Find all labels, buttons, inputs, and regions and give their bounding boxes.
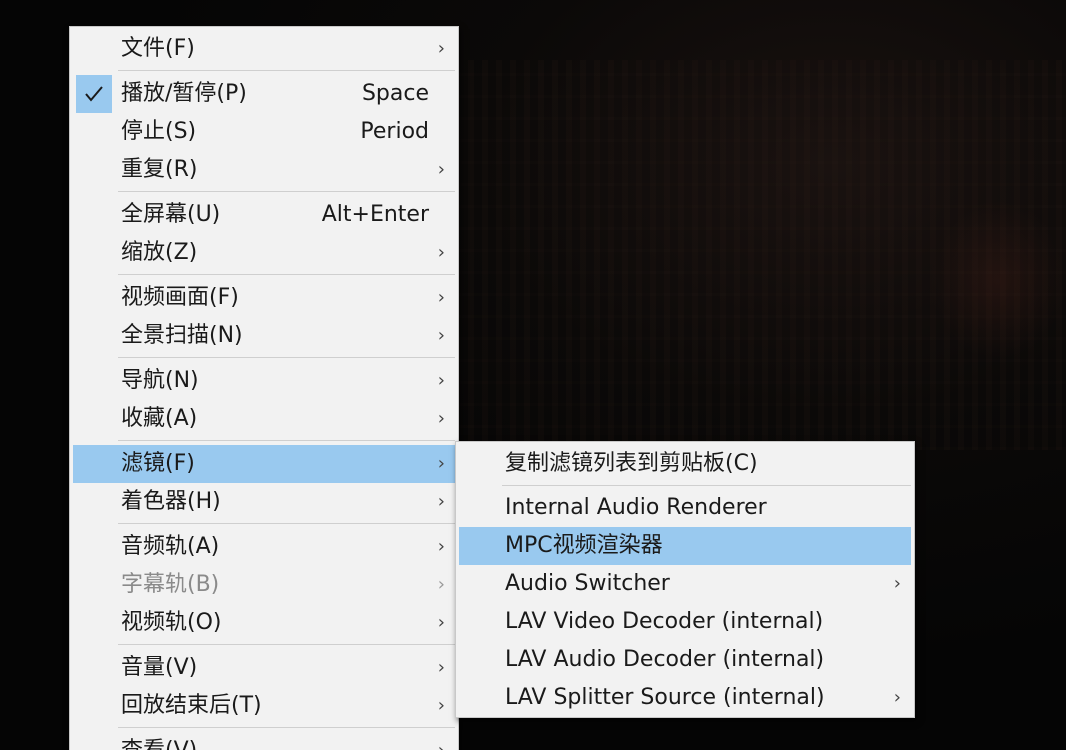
menu-item-label: 停止(S): [121, 119, 197, 144]
menu-separator: [502, 485, 911, 486]
menu-item-label: 音量(V): [121, 655, 198, 680]
menu-separator: [118, 70, 455, 71]
chevron-right-icon: ›: [437, 695, 445, 716]
menu-item-label: 回放结束后(T): [121, 693, 262, 718]
submenu-item-lav-audio-decoder[interactable]: LAV Audio Decoder (internal): [459, 641, 911, 679]
chevron-right-icon: ›: [437, 242, 445, 263]
video-frame-light: [930, 200, 1066, 360]
menu-item-label: LAV Video Decoder (internal): [505, 609, 824, 634]
menu-item-subtitle-track[interactable]: 字幕轨(B) ›: [73, 566, 455, 604]
menu-item-after-playback[interactable]: 回放结束后(T) ›: [73, 687, 455, 725]
chevron-right-icon: ›: [893, 573, 901, 594]
menu-item-view[interactable]: 查看(V) ›: [73, 732, 455, 750]
chevron-right-icon: ›: [437, 536, 445, 557]
menu-item-filters[interactable]: 滤镜(F) ›: [73, 445, 455, 483]
menu-item-shaders[interactable]: 着色器(H) ›: [73, 483, 455, 521]
menu-item-label: LAV Audio Decoder (internal): [505, 647, 825, 672]
menu-separator: [118, 727, 455, 728]
menu-item-label: 视频轨(O): [121, 610, 222, 635]
menu-item-label: 字幕轨(B): [121, 572, 220, 597]
chevron-right-icon: ›: [438, 732, 445, 750]
menu-separator: [118, 440, 455, 441]
chevron-right-icon: ›: [437, 612, 445, 633]
menu-separator: [118, 523, 455, 524]
menu-separator: [118, 274, 455, 275]
menu-item-label: LAV Splitter Source (internal): [505, 685, 825, 710]
chevron-right-icon: ›: [437, 370, 445, 391]
menu-item-video-track[interactable]: 视频轨(O) ›: [73, 604, 455, 642]
menu-item-pan-scan[interactable]: 全景扫描(N) ›: [73, 317, 455, 355]
menu-item-label: 导航(N): [121, 368, 199, 393]
menu-separator: [118, 191, 455, 192]
menu-item-repeat[interactable]: 重复(R) ›: [73, 151, 455, 189]
chevron-right-icon: ›: [437, 325, 445, 346]
submenu-item-audio-switcher[interactable]: Audio Switcher ›: [459, 565, 911, 603]
menu-item-navigate[interactable]: 导航(N) ›: [73, 362, 455, 400]
menu-item-label: 重复(R): [121, 157, 198, 182]
menu-item-shortcut: Period: [360, 119, 429, 144]
menu-item-zoom[interactable]: 缩放(Z) ›: [73, 234, 455, 272]
filters-submenu: 复制滤镜列表到剪贴板(C) Internal Audio Renderer MP…: [455, 441, 915, 718]
chevron-right-icon: ›: [437, 287, 445, 308]
menu-item-label: 复制滤镜列表到剪贴板(C): [505, 451, 758, 476]
submenu-item-lav-splitter-source[interactable]: LAV Splitter Source (internal) ›: [459, 679, 911, 717]
menu-item-label: 播放/暂停(P): [121, 81, 247, 106]
menu-item-label: MPC视频渲染器: [505, 533, 663, 558]
chevron-right-icon: ›: [437, 408, 445, 429]
menu-item-label: 全景扫描(N): [121, 323, 243, 348]
submenu-item-lav-video-decoder[interactable]: LAV Video Decoder (internal): [459, 603, 911, 641]
chevron-right-icon: ›: [437, 159, 445, 180]
menu-item-label: 滤镜(F): [121, 451, 195, 476]
player-context-menu: 文件(F) › 播放/暂停(P) Space 停止(S) Period 重复(R…: [69, 26, 459, 750]
menu-item-label: 收藏(A): [121, 406, 198, 431]
chevron-right-icon: ›: [893, 687, 901, 708]
menu-item-label: 全屏幕(U): [121, 202, 221, 227]
menu-item-label: 视频画面(F): [121, 285, 239, 310]
submenu-item-internal-audio-renderer[interactable]: Internal Audio Renderer: [459, 489, 911, 527]
menu-item-label: Internal Audio Renderer: [505, 495, 767, 520]
chevron-right-icon: ›: [437, 574, 445, 595]
submenu-item-copy-filter-list[interactable]: 复制滤镜列表到剪贴板(C): [459, 445, 911, 483]
menu-item-shortcut: Space: [361, 81, 429, 106]
menu-item-label: 音频轨(A): [121, 534, 220, 559]
menu-item-label: 查看(V): [121, 732, 197, 750]
menu-item-file[interactable]: 文件(F) ›: [73, 30, 455, 68]
menu-item-label: Audio Switcher: [505, 571, 670, 596]
menu-item-favorites[interactable]: 收藏(A) ›: [73, 400, 455, 438]
menu-item-fullscreen[interactable]: 全屏幕(U) Alt+Enter: [73, 196, 455, 234]
menu-item-label: 文件(F): [121, 36, 195, 61]
chevron-right-icon: ›: [437, 657, 445, 678]
checkmark-icon: [76, 75, 112, 113]
chevron-right-icon: ›: [437, 491, 445, 512]
menu-item-label: 缩放(Z): [121, 240, 198, 265]
menu-separator: [118, 357, 455, 358]
chevron-right-icon: ›: [437, 453, 445, 474]
menu-item-stop[interactable]: 停止(S) Period: [73, 113, 455, 151]
submenu-item-mpc-video-renderer[interactable]: MPC视频渲染器: [459, 527, 911, 565]
menu-item-shortcut: Alt+Enter: [321, 202, 429, 227]
video-player-window[interactable]: 文件(F) › 播放/暂停(P) Space 停止(S) Period 重复(R…: [0, 0, 1066, 750]
chevron-right-icon: ›: [437, 38, 445, 59]
menu-item-volume[interactable]: 音量(V) ›: [73, 649, 455, 687]
menu-separator: [118, 644, 455, 645]
menu-item-play-pause[interactable]: 播放/暂停(P) Space: [73, 75, 455, 113]
menu-item-audio-track[interactable]: 音频轨(A) ›: [73, 528, 455, 566]
menu-item-label: 着色器(H): [121, 489, 221, 514]
menu-item-video-frame[interactable]: 视频画面(F) ›: [73, 279, 455, 317]
